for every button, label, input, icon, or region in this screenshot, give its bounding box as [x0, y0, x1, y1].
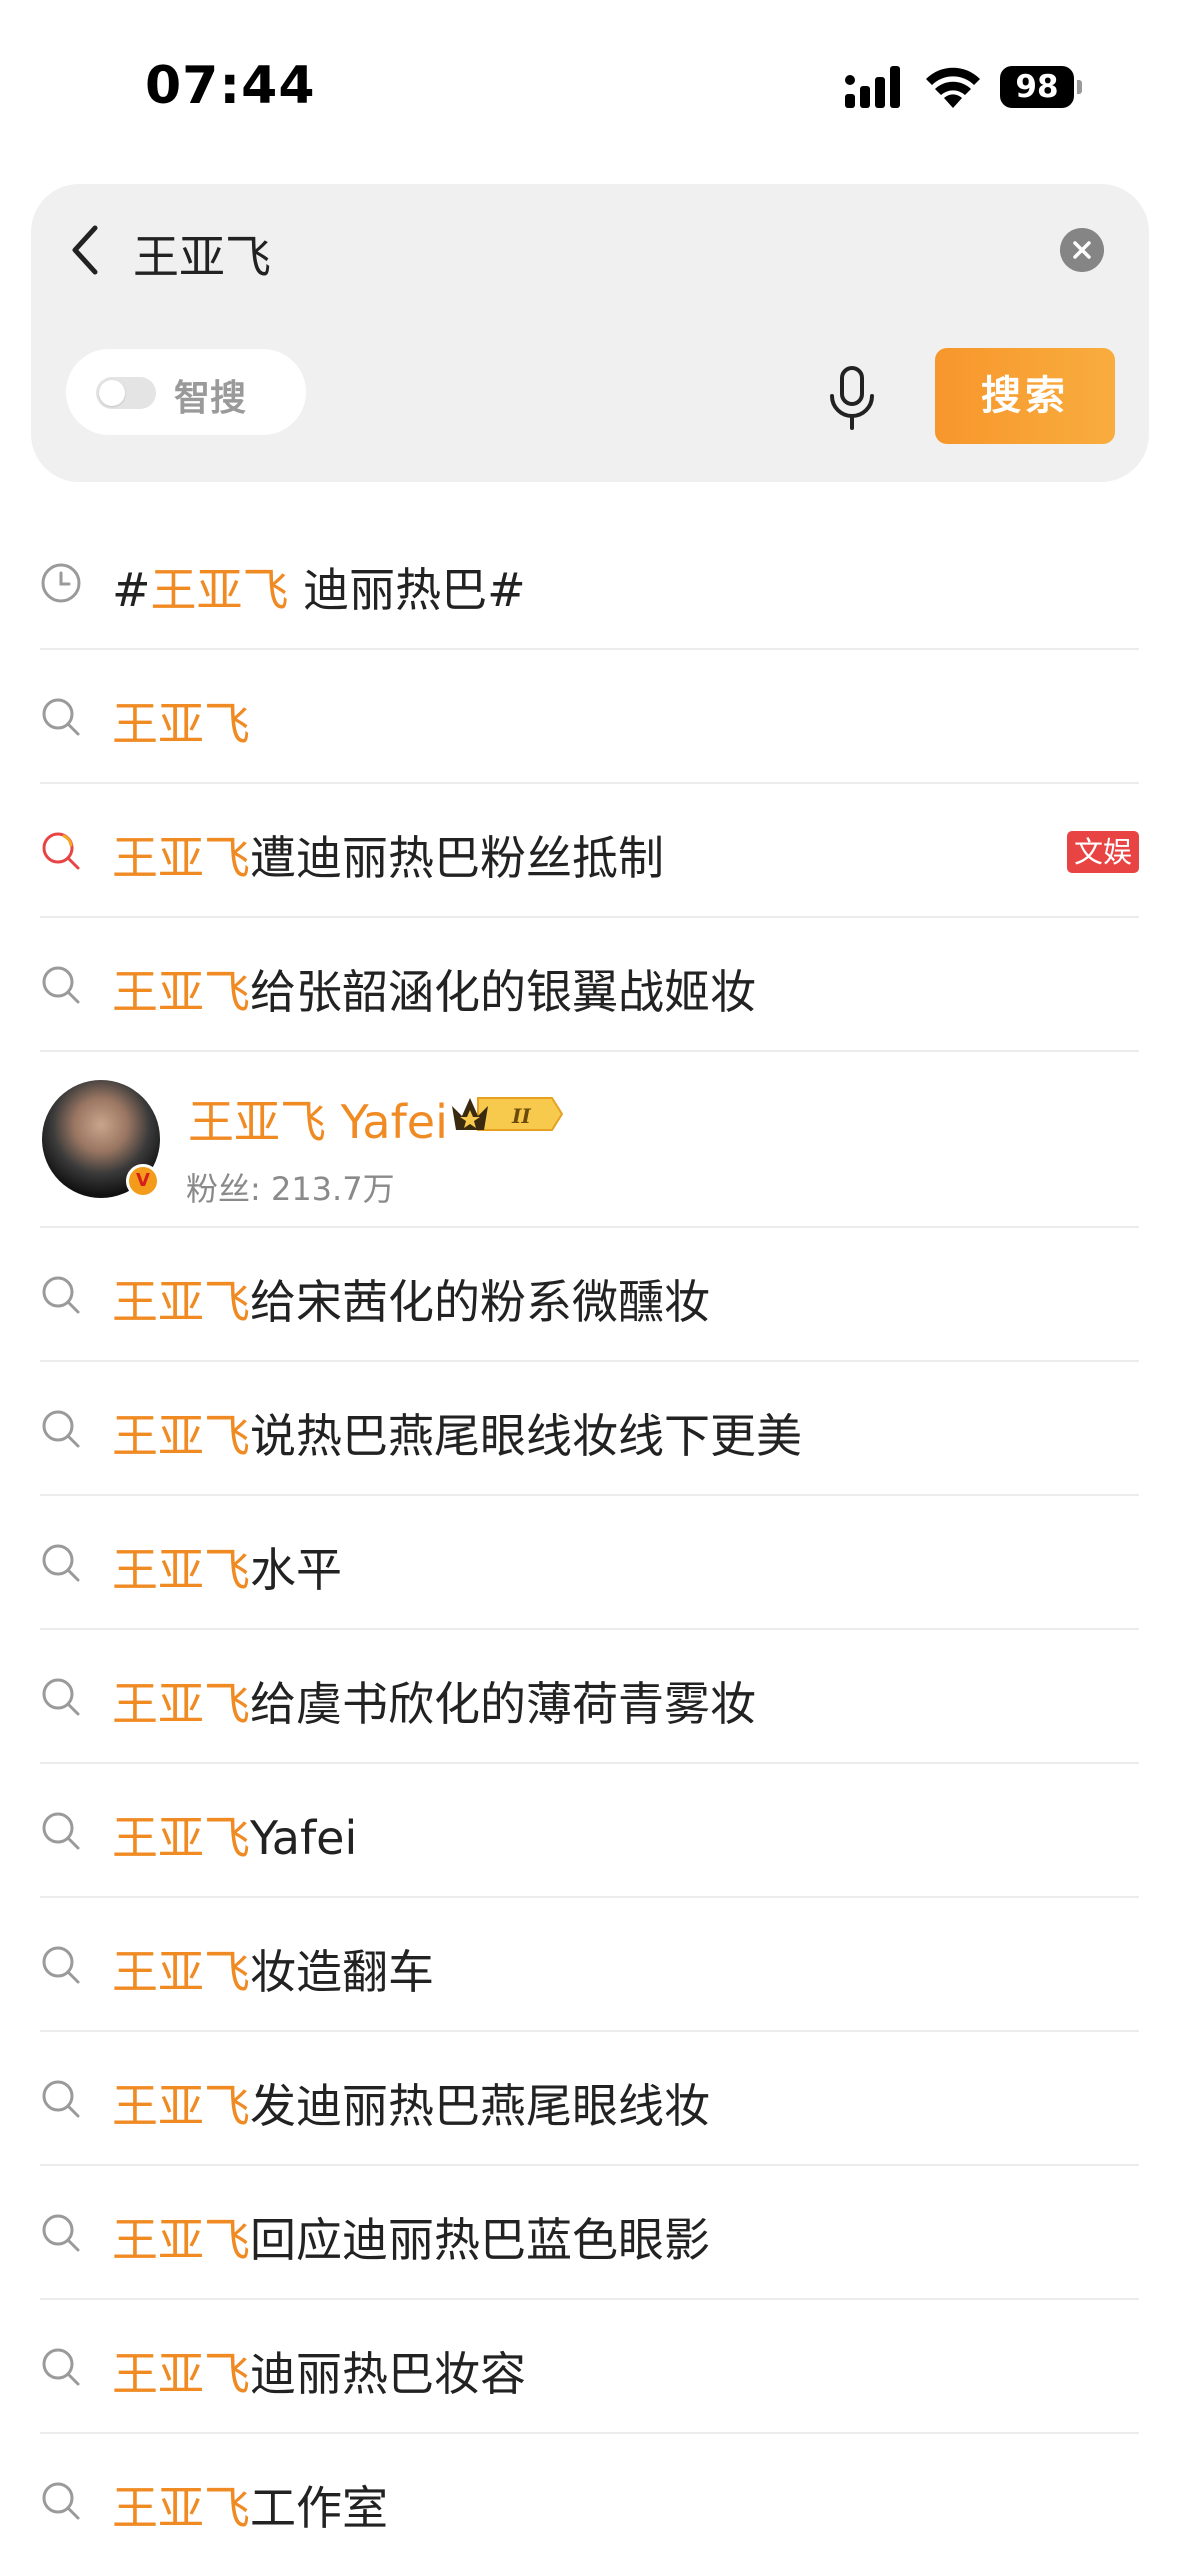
- suggestion-highlight: 王亚飞: [112, 2079, 250, 2133]
- suggestion-rest: 给张韶涵化的银翼战姬妆: [250, 965, 756, 1019]
- suggestion-text: 王亚飞工作室: [112, 2472, 388, 2538]
- suggestion-item[interactable]: 王亚飞给宋茜化的粉系微醺妆: [40, 1228, 1139, 1362]
- suggestion-text: 王亚飞发迪丽热巴燕尾眼线妆: [112, 2070, 710, 2136]
- suggestion-highlight: 王亚飞: [112, 1275, 250, 1329]
- crown-level-text: II: [511, 1104, 531, 1128]
- search-input[interactable]: 王亚飞: [133, 221, 271, 287]
- suggestion-highlight: 王亚飞: [112, 1409, 250, 1463]
- suggestion-text: 王亚飞回应迪丽热巴蓝色眼影: [112, 2204, 710, 2270]
- suggestion-prefix: #: [112, 563, 151, 617]
- suggestion-highlight: 王亚飞: [112, 1543, 250, 1597]
- suggestion-item[interactable]: 王亚飞妆造翻车: [40, 1898, 1139, 2032]
- suggestion-rest: 水平: [250, 1543, 342, 1597]
- search-icon: [42, 1276, 80, 1314]
- suggestion-text: 王亚飞给宋茜化的粉系微醺妆: [112, 1266, 710, 1332]
- suggestion-item[interactable]: 王亚飞说热巴燕尾眼线妆线下更美: [40, 1362, 1139, 1496]
- user-name: 王亚飞 Yafei: [188, 1095, 448, 1149]
- suggestion-rest: 发迪丽热巴燕尾眼线妆: [250, 2079, 710, 2133]
- hot-search-icon: [42, 832, 80, 870]
- suggestion-item[interactable]: 王亚飞水平: [40, 1496, 1139, 1630]
- back-chevron-icon[interactable]: [61, 220, 109, 280]
- battery-icon: 98: [1000, 66, 1082, 108]
- suggestion-item[interactable]: 王亚飞工作室: [40, 2434, 1139, 2568]
- search-icon: [42, 966, 80, 1004]
- suggestion-text: 王亚飞迪丽热巴妆容: [112, 2338, 526, 2404]
- suggestion-item[interactable]: 王亚飞给张韶涵化的银翼战姬妆: [40, 918, 1139, 1052]
- suggestion-highlight: 王亚飞: [112, 2213, 250, 2267]
- suggestion-text: 王亚飞Yafei: [112, 1802, 357, 1868]
- suggestion-rest: 迪丽热巴#: [288, 563, 526, 617]
- fans-count: 粉丝: 213.7万: [186, 1170, 395, 1208]
- search-icon: [42, 1812, 80, 1850]
- suggestion-highlight: 王亚飞: [112, 1811, 250, 1865]
- suggestion-highlight: 王亚飞: [112, 831, 250, 885]
- status-time: 07:44: [145, 56, 316, 116]
- suggestion-rest: 给虞书欣化的薄荷青雾妆: [250, 1677, 756, 1731]
- suggestion-item[interactable]: 王亚飞: [40, 650, 1139, 784]
- suggestion-item[interactable]: 王亚飞给虞书欣化的薄荷青雾妆: [40, 1630, 1139, 1764]
- suggestion-text: 王亚飞给虞书欣化的薄荷青雾妆: [112, 1668, 756, 1734]
- suggestion-rest: Yafei: [250, 1811, 358, 1865]
- smart-search-toggle[interactable]: 智搜: [66, 349, 306, 435]
- user-result-card[interactable]: V 王亚飞 Yafei II 粉丝: 213.7万: [40, 1052, 1139, 1228]
- search-icon: [42, 1678, 80, 1716]
- category-badge: 文娱: [1067, 831, 1139, 873]
- clear-icon[interactable]: [1060, 228, 1104, 272]
- search-icon: [42, 2080, 80, 2118]
- suggestion-rest: 说热巴燕尾眼线妆线下更美: [250, 1409, 802, 1463]
- suggestion-highlight: 王亚飞: [112, 697, 250, 751]
- suggestion-text: 王亚飞水平: [112, 1534, 342, 1600]
- suggestion-highlight: 王亚飞: [112, 2481, 250, 2535]
- cellular-signal-icon: [845, 66, 900, 108]
- search-icon: [42, 1544, 80, 1582]
- battery-level: 98: [1000, 66, 1074, 108]
- toggle-knob: [99, 380, 125, 406]
- search-button[interactable]: 搜索: [935, 348, 1115, 444]
- suggestion-item[interactable]: 王亚飞Yafei: [40, 1764, 1139, 1898]
- suggestion-highlight: 王亚飞: [112, 965, 250, 1019]
- search-icon: [42, 1410, 80, 1448]
- search-icon: [42, 698, 80, 736]
- history-clock-icon: [41, 563, 81, 603]
- search-icon: [42, 1946, 80, 1984]
- search-panel: 王亚飞 智搜 搜索: [31, 184, 1149, 482]
- suggestion-text: #王亚飞 迪丽热巴#: [112, 554, 526, 620]
- suggestion-highlight: 王亚飞: [112, 1677, 250, 1731]
- status-bar: 07:44 98: [0, 0, 1179, 170]
- suggestion-text: 王亚飞妆造翻车: [112, 1936, 434, 2002]
- suggestion-item[interactable]: 王亚飞回应迪丽热巴蓝色眼影: [40, 2166, 1139, 2300]
- suggestion-highlight: 王亚飞: [112, 2347, 250, 2401]
- smart-search-label: 智搜: [174, 378, 247, 419]
- suggestion-rest: 遭迪丽热巴粉丝抵制: [250, 831, 664, 885]
- suggestion-highlight: 王亚飞: [150, 563, 289, 617]
- history-item[interactable]: #王亚飞 迪丽热巴#: [40, 516, 1139, 650]
- suggestion-text: 王亚飞给张韶涵化的银翼战姬妆: [112, 956, 756, 1022]
- suggestion-item[interactable]: 王亚飞迪丽热巴妆容: [40, 2300, 1139, 2434]
- search-icon: [42, 2482, 80, 2520]
- suggestion-rest: 回应迪丽热巴蓝色眼影: [250, 2213, 710, 2267]
- verified-badge: V: [126, 1164, 160, 1198]
- suggestion-rest: 妆造翻车: [250, 1945, 434, 1999]
- suggestion-rest: 工作室: [250, 2481, 388, 2535]
- suggestion-item[interactable]: 王亚飞发迪丽热巴燕尾眼线妆: [40, 2032, 1139, 2166]
- suggestion-text: 王亚飞: [112, 688, 250, 754]
- suggestion-rest: 给宋茜化的粉系微醺妆: [250, 1275, 710, 1329]
- suggestion-item-hot[interactable]: 王亚飞遭迪丽热巴粉丝抵制 文娱: [40, 784, 1139, 918]
- toggle-switch[interactable]: [96, 377, 156, 409]
- microphone-icon[interactable]: [826, 366, 878, 432]
- suggestion-text: 王亚飞遭迪丽热巴粉丝抵制: [112, 822, 664, 888]
- search-icon: [42, 2348, 80, 2386]
- battery-tip: [1077, 80, 1082, 94]
- crown-level-badge-icon: II: [452, 1097, 564, 1131]
- suggestion-highlight: 王亚飞: [112, 1945, 250, 1999]
- suggestion-list: #王亚飞 迪丽热巴# 王亚飞 王亚飞遭迪丽热巴粉丝抵制 文娱 王亚飞给张韶涵化的…: [0, 516, 1179, 2568]
- search-icon: [42, 2214, 80, 2252]
- suggestion-text: 王亚飞说热巴燕尾眼线妆线下更美: [112, 1400, 802, 1466]
- suggestion-rest: 迪丽热巴妆容: [250, 2347, 526, 2401]
- wifi-icon: [926, 67, 980, 108]
